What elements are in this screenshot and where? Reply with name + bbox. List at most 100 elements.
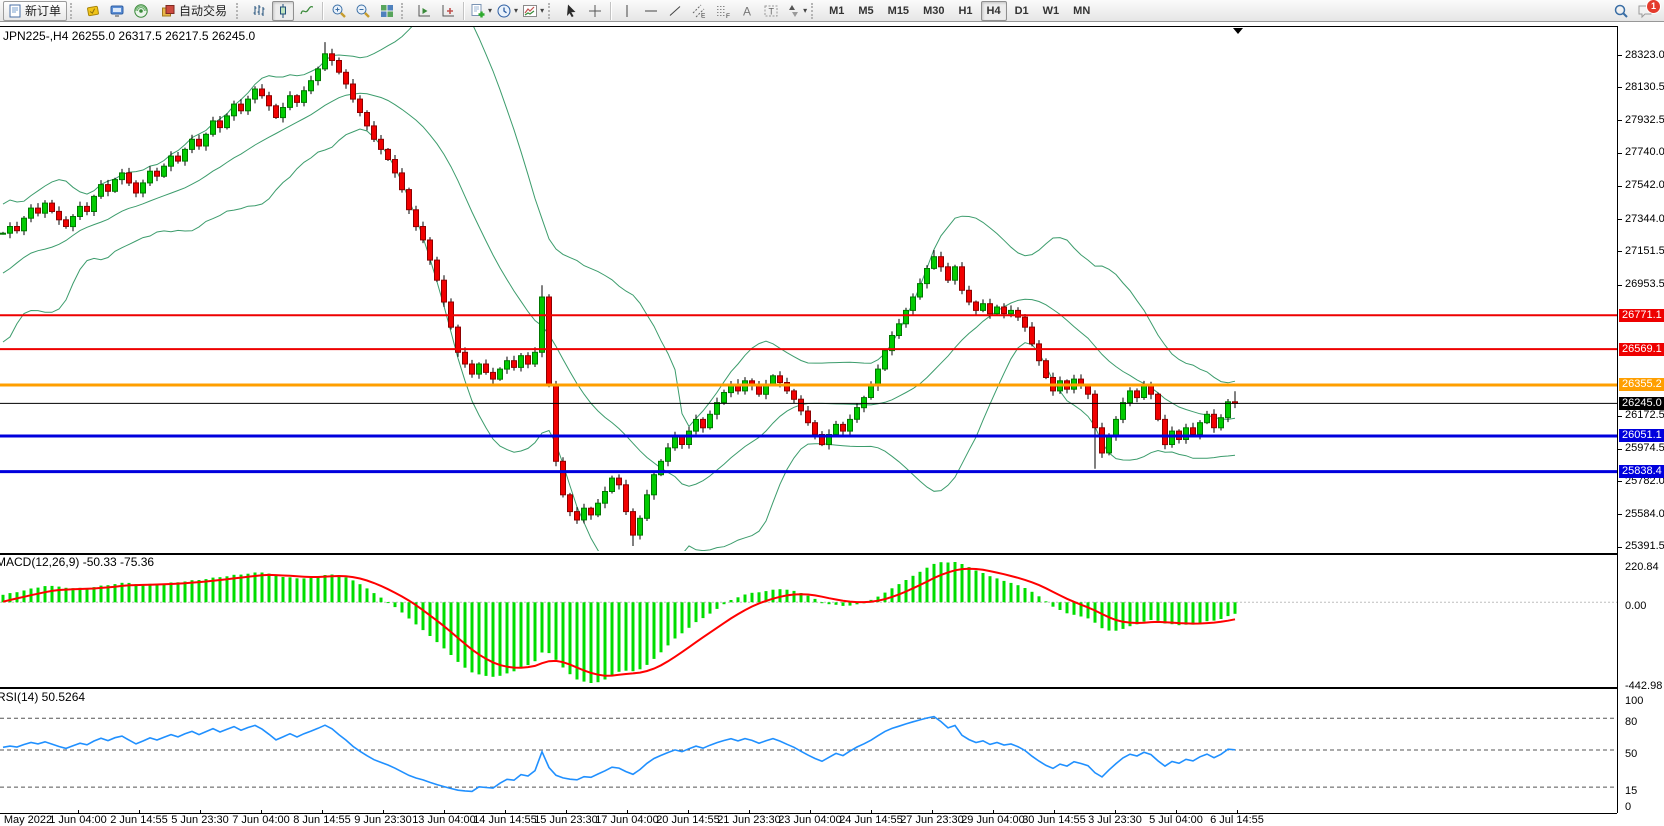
time-axis[interactable]: May 20221 Jun 04:002 Jun 14:555 Jun 23:3…	[0, 813, 1617, 825]
price-tick-dash	[1618, 449, 1622, 450]
toolbar-grip	[548, 3, 555, 19]
date-tick	[1237, 810, 1238, 813]
macd-axis-max: 220.84	[1625, 561, 1659, 573]
new-order-button[interactable]: 新订单	[3, 1, 67, 21]
search-icon	[1613, 3, 1629, 19]
timeframe-h4[interactable]: H4	[981, 1, 1007, 21]
timeframe-mn[interactable]: MN	[1067, 1, 1096, 21]
rsi-label: RSI(14) 50.5264	[0, 690, 85, 704]
rsi-pane[interactable]	[0, 688, 1617, 814]
auto-scroll-button[interactable]	[413, 1, 435, 21]
hline-price-label: 26355.2	[1619, 378, 1664, 391]
date-tick	[1176, 810, 1177, 813]
date-tick	[749, 810, 750, 813]
terminal-button[interactable]	[106, 1, 128, 21]
text-icon: A	[739, 3, 755, 19]
timeframe-h1[interactable]: H1	[952, 1, 978, 21]
dropdown-arrow-icon: ▾	[803, 6, 807, 15]
candlestick-chart-button[interactable]	[272, 1, 294, 21]
chart-shift-button[interactable]	[437, 1, 459, 21]
rsi-line	[3, 717, 1235, 792]
timeframe-m1[interactable]: M1	[823, 1, 850, 21]
price-tick-dash	[1618, 186, 1622, 187]
price-tick-label: 25974.5	[1625, 442, 1664, 454]
toolbar-separator	[463, 2, 465, 20]
price-tick-dash	[1618, 251, 1622, 252]
price-axis[interactable]: 28323.028130.527932.527740.027542.027344…	[1617, 26, 1664, 813]
current-price-label: 26245.0	[1619, 397, 1664, 410]
zoom-in-button[interactable]	[328, 1, 350, 21]
svg-text:T: T	[769, 6, 775, 16]
notifications-button[interactable]: 1	[1634, 1, 1656, 21]
toolbar-grip	[401, 3, 408, 19]
zoom-in-icon	[331, 3, 347, 19]
chart-shift-icon	[440, 3, 456, 19]
templates-button[interactable]: ▾	[521, 1, 545, 21]
price-chart-canvas[interactable]	[0, 27, 1617, 551]
horizontal-line-icon	[643, 3, 659, 19]
price-tick-dash	[1618, 219, 1622, 220]
equidistant-channel-button[interactable]: E	[688, 1, 710, 21]
candlestick-chart-icon	[275, 3, 291, 19]
signals-button[interactable]	[130, 1, 152, 21]
timeframe-m30[interactable]: M30	[917, 1, 950, 21]
date-tick	[1054, 810, 1055, 813]
dropdown-arrow-icon: ▾	[514, 6, 518, 15]
date-label: 7 Jun 04:00	[232, 814, 290, 826]
date-label: 1 Jun 04:00	[49, 814, 107, 826]
periods-button[interactable]: ▾	[495, 1, 519, 21]
date-label: 3 Jul 23:30	[1088, 814, 1142, 826]
signals-icon	[133, 3, 149, 19]
date-tick	[993, 810, 994, 813]
timeframe-m15[interactable]: M15	[882, 1, 915, 21]
chart-window[interactable]: JPN225-,H4 26255.0 26317.5 26217.5 26245…	[0, 22, 1664, 825]
toolbar-grip	[70, 3, 77, 19]
trendline-button[interactable]	[664, 1, 686, 21]
crosshair-button[interactable]	[584, 1, 606, 21]
timeframe-m5[interactable]: M5	[852, 1, 879, 21]
zoom-out-icon	[355, 3, 371, 19]
price-tick-dash	[1618, 87, 1622, 88]
date-label: 8 Jun 14:55	[293, 814, 351, 826]
periods-clock-icon	[496, 3, 512, 19]
timeframe-w1[interactable]: W1	[1037, 1, 1066, 21]
bar-chart-button[interactable]	[248, 1, 270, 21]
main-chart-pane[interactable]	[0, 26, 1617, 554]
macd-pane[interactable]	[0, 554, 1617, 688]
zoom-out-button[interactable]	[352, 1, 374, 21]
auto-trading-button[interactable]: 自动交易	[154, 1, 233, 21]
date-tick	[383, 810, 384, 813]
date-label: 9 Jun 23:30	[354, 814, 412, 826]
text-button[interactable]: A	[736, 1, 758, 21]
vertical-line-icon	[619, 3, 635, 19]
svg-text:A: A	[743, 4, 751, 18]
vertical-line-button[interactable]	[616, 1, 638, 21]
rsi-canvas[interactable]	[0, 689, 1617, 811]
date-tick	[322, 810, 323, 813]
date-tick	[505, 810, 506, 813]
chart-shift-marker[interactable]	[1233, 28, 1243, 34]
market-watch-button[interactable]	[82, 1, 104, 21]
date-label: 6 Jul 14:55	[1210, 814, 1264, 826]
hline-price-label: 26569.1	[1619, 343, 1664, 356]
price-tick-label: 28323.0	[1625, 49, 1664, 61]
tile-windows-button[interactable]	[376, 1, 398, 21]
search-button[interactable]	[1610, 1, 1632, 21]
date-label: 23 Jun 04:00	[778, 814, 842, 826]
line-chart-button[interactable]	[296, 1, 318, 21]
rsi-axis-label: 80	[1625, 716, 1637, 728]
timeframe-d1[interactable]: D1	[1009, 1, 1035, 21]
macd-label: MACD(12,26,9) -50.33 -75.36	[0, 555, 154, 569]
svg-text:F: F	[726, 13, 730, 19]
cursor-button[interactable]	[560, 1, 582, 21]
indicators-button[interactable]: ▾	[469, 1, 493, 21]
horizontal-line-button[interactable]	[640, 1, 662, 21]
arrows-button[interactable]: ▾	[784, 1, 808, 21]
text-label-button[interactable]: T	[760, 1, 782, 21]
fibonacci-button[interactable]: F	[712, 1, 734, 21]
macd-canvas[interactable]	[0, 555, 1617, 685]
price-tick-dash	[1618, 547, 1622, 548]
rsi-axis-label: 0	[1625, 801, 1631, 813]
svg-text:E: E	[701, 12, 706, 19]
price-tick-label: 25584.0	[1625, 508, 1664, 520]
